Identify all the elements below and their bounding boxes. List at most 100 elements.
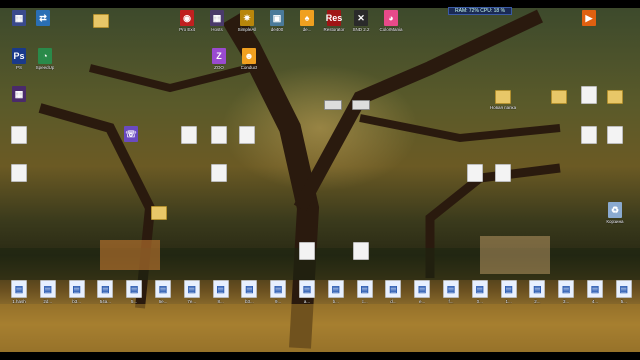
file-icon: ▤ (68, 280, 85, 298)
fold2-icon (551, 90, 567, 104)
desktop-icon-d13[interactable] (344, 242, 378, 261)
r1-icon: ▶ (582, 10, 596, 26)
bottom-letterbox (0, 352, 640, 360)
zoo-icon: Z (212, 48, 226, 64)
file-icon: ▤ (529, 280, 546, 298)
dpic-icon (151, 206, 167, 220)
desktop-icon-dpic[interactable] (142, 202, 176, 221)
mytv-icon: ▦ (12, 10, 26, 26)
file-label: 0... (476, 299, 483, 304)
desktop-icon-d5[interactable] (230, 126, 264, 145)
file-label: 5... (620, 299, 627, 304)
desktop-icon-recycle[interactable]: ♻ Корзина (598, 202, 632, 224)
file-icon: ▤ (97, 280, 114, 298)
desktop-icon-d9[interactable] (598, 126, 632, 145)
desktop-icon-d3[interactable] (172, 126, 206, 145)
d1-icon (11, 126, 27, 144)
screen: RAM: 72% CPU: 18 % ▦ ⇄ ◉ Pro Exit ▦ Hosts ✷ Sim… (0, 0, 640, 360)
performance-widget[interactable]: RAM: 72% CPU: 18 % (448, 7, 512, 15)
d11-icon (495, 164, 511, 182)
desktop-icon-label: Pro Exit (179, 27, 195, 32)
desktop-icon-simple[interactable]: ✷ SimpleAll (230, 10, 264, 32)
desktop-icon-d6[interactable] (202, 164, 236, 183)
f1-icon (93, 14, 109, 28)
d5-icon (239, 126, 255, 144)
file-label: b... (332, 299, 339, 304)
file-label: 1.hash (12, 299, 26, 304)
desktop-icon-f1[interactable] (84, 10, 118, 29)
desktop-icon-color[interactable]: ◕ ColorMania (374, 10, 408, 32)
desktop-icon-hex[interactable]: ▦ (2, 86, 36, 103)
desktop-icon-d11[interactable] (486, 164, 520, 183)
file-icon: ▤ (558, 280, 575, 298)
speed-icon: ◔ (38, 48, 52, 64)
desktop-icon-label: de400 (270, 27, 284, 32)
drive2-icon (352, 100, 370, 110)
desktop-icon-d2[interactable] (2, 164, 36, 183)
desktop-icon-label: SND 2.2 (352, 27, 370, 32)
file-icon: ▤ (11, 280, 27, 298)
file-label: 54a... (99, 299, 112, 304)
file-icon: ▤ (212, 280, 229, 298)
conduct-icon: ☻ (242, 48, 256, 64)
desktop-icon-zoo[interactable]: Z ZOO (202, 48, 236, 70)
file-icon: ▤ (39, 280, 56, 298)
desktop-icon-label: Hosts (211, 27, 223, 32)
desktop-icon-drive2[interactable] (344, 94, 378, 113)
desktop-icon-conduct[interactable]: ☻ Conduct (232, 48, 266, 70)
d4-icon (211, 126, 227, 144)
fold3-icon (607, 90, 623, 104)
desktop-icon-label: Новая папка (489, 105, 517, 110)
d3-icon (181, 126, 197, 144)
snd-icon: ✕ (354, 10, 368, 26)
desktop-icon-fold2[interactable] (542, 86, 576, 105)
bottom-file-icon[interactable]: ▤ 5... (607, 280, 640, 304)
file-icon: ▤ (443, 280, 459, 298)
desktop-icon-de[interactable]: ▣ de400 (260, 10, 294, 32)
aimp-icon: ▦ (210, 10, 224, 26)
file-label: 5... (131, 299, 138, 304)
desktop-icon-d12[interactable] (290, 242, 324, 261)
d6-icon (211, 164, 227, 182)
file-label: 7e... (187, 299, 197, 304)
d8-icon (581, 126, 597, 144)
desktop-icon-label: PS (15, 65, 22, 70)
desktop-icon-label: Conduct (240, 65, 258, 70)
file-icon: ▤ (270, 280, 287, 298)
desktop-icon-snd[interactable]: ✕ SND 2.2 (344, 10, 378, 32)
file-label: 6e... (158, 299, 168, 304)
desktop-icon-d1[interactable] (2, 126, 36, 145)
ps-icon: Ps (12, 48, 26, 64)
desktop-icon-exit[interactable]: ◉ Pro Exit (170, 10, 204, 32)
file-label: 1... (505, 299, 512, 304)
desktop-icon-label: Корзина (606, 219, 624, 224)
file-icon: ▤ (299, 280, 315, 298)
file-icon: ▤ (126, 280, 143, 298)
perf-text: RAM: 72% CPU: 18 % (455, 8, 506, 14)
hotline-icon: ☏ (124, 126, 138, 142)
file-icon: ▤ (241, 280, 258, 298)
desktop-icon-d7[interactable] (572, 86, 606, 105)
desktop-icon-aimp[interactable]: ▦ Hosts (200, 10, 234, 32)
file-label: c... (361, 299, 368, 304)
file-label: 3... (563, 299, 570, 304)
de-icon: ▣ (270, 10, 284, 26)
net-icon: ⇄ (36, 10, 50, 26)
file-icon: ▤ (327, 280, 344, 298)
file-icon: ▤ (183, 280, 200, 298)
desktop-icon-hotline[interactable]: ☏ (114, 126, 148, 143)
exit-icon: ◉ (180, 10, 194, 26)
desktop-icon-r1[interactable]: ▶ (572, 10, 606, 27)
desktop-icon-fold[interactable]: Новая папка (486, 86, 520, 110)
desktop-icon-net[interactable]: ⇄ (26, 10, 60, 27)
file-icon: ▤ (155, 280, 171, 298)
desktop-icon-label: ZOO (214, 65, 224, 70)
fold-icon (495, 90, 511, 104)
file-label: 9... (275, 299, 282, 304)
file-label: 4... (591, 299, 599, 304)
desktop-icon-label: SimpleAll (237, 27, 257, 32)
file-label: d... (390, 299, 397, 304)
desktop-icon-speed[interactable]: ◔ SpeedUp (28, 48, 62, 70)
desktop-icon-label: de... (302, 27, 312, 32)
color-icon: ◕ (384, 10, 398, 26)
